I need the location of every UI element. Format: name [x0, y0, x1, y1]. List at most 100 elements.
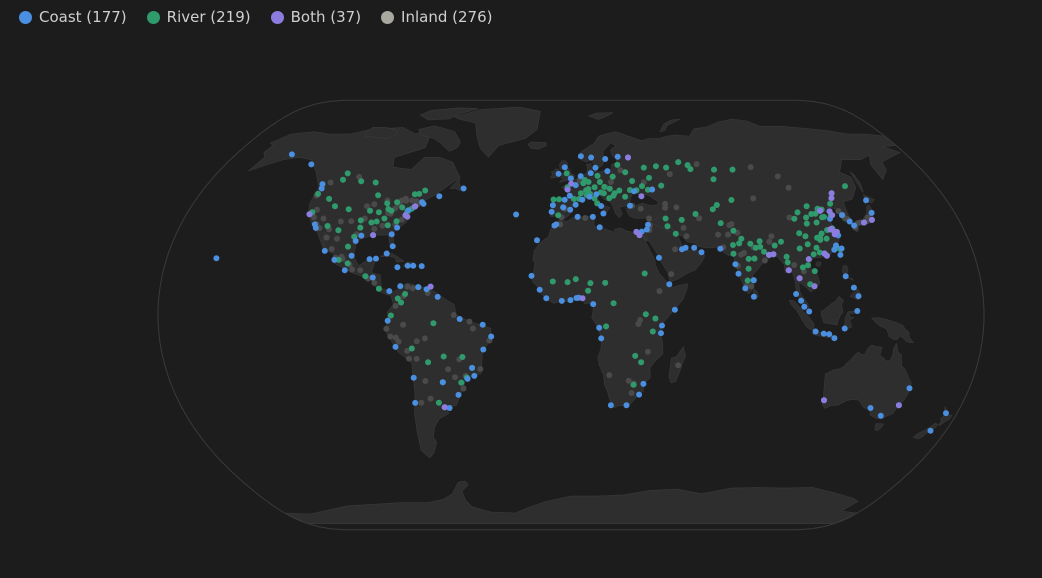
city-dot-coast[interactable] [480, 346, 487, 353]
city-dot-river[interactable] [662, 215, 669, 222]
city-dot-coast[interactable] [851, 222, 858, 229]
city-dot-inland[interactable] [672, 246, 679, 253]
city-dot-coast[interactable] [812, 328, 819, 335]
city-dot-coast[interactable] [572, 201, 579, 208]
city-dot-coast[interactable] [488, 333, 495, 340]
city-dot-river[interactable] [602, 279, 609, 286]
city-dot-coast[interactable] [906, 385, 913, 392]
city-dot-inland[interactable] [409, 285, 416, 292]
city-dot-river[interactable] [710, 176, 717, 183]
city-dot-coast[interactable] [331, 256, 338, 263]
city-dot-river[interactable] [603, 323, 610, 330]
city-dot-coast[interactable] [394, 264, 401, 271]
city-dot-inland[interactable] [371, 201, 378, 208]
city-dot-coast[interactable] [420, 200, 427, 207]
city-dot-river[interactable] [672, 230, 679, 237]
city-dot-coast[interactable] [386, 288, 393, 295]
city-dot-river[interactable] [344, 260, 351, 267]
city-dot-inland[interactable] [656, 288, 663, 295]
city-dot-both[interactable] [404, 213, 411, 220]
city-dot-coast[interactable] [943, 410, 949, 417]
city-dot-coast[interactable] [312, 224, 319, 231]
city-dot-river[interactable] [416, 190, 423, 197]
city-dot-both[interactable] [805, 256, 812, 263]
city-dot-coast[interactable] [561, 164, 568, 171]
city-dot-river[interactable] [555, 212, 562, 219]
city-dot-river[interactable] [600, 190, 607, 197]
city-dot-inland[interactable] [357, 267, 364, 274]
city-dot-river[interactable] [609, 173, 616, 180]
city-dot-inland[interactable] [761, 257, 768, 264]
city-dot-river[interactable] [610, 300, 617, 307]
city-dot-river[interactable] [711, 166, 717, 173]
city-dot-coast[interactable] [623, 402, 630, 409]
city-dot-river[interactable] [821, 213, 828, 220]
city-dot-coast[interactable] [855, 293, 862, 300]
city-dot-coast[interactable] [341, 267, 348, 274]
city-dot-coast[interactable] [577, 153, 584, 160]
city-dot-river[interactable] [784, 259, 791, 266]
city-dot-both[interactable] [821, 397, 827, 404]
city-dot-coast[interactable] [863, 197, 870, 204]
city-dot-river[interactable] [736, 240, 743, 247]
city-dot-inland[interactable] [791, 262, 798, 268]
city-dot-coast[interactable] [553, 221, 560, 228]
city-dot-coast[interactable] [321, 247, 328, 254]
city-dot-both[interactable] [861, 219, 867, 226]
city-dot-river[interactable] [577, 190, 584, 197]
city-dot-coast[interactable] [404, 262, 411, 269]
city-dot-coast[interactable] [479, 321, 486, 328]
city-dot-river[interactable] [425, 359, 432, 366]
city-dot-inland[interactable] [774, 173, 781, 180]
city-dot-river[interactable] [664, 223, 671, 230]
city-dot-coast[interactable] [394, 224, 401, 231]
city-dot-both[interactable] [817, 207, 824, 214]
city-dot-both[interactable] [895, 402, 902, 409]
city-dot-coast[interactable] [534, 237, 540, 244]
city-dot-coast[interactable] [806, 308, 813, 315]
city-dot-coast[interactable] [548, 208, 555, 215]
city-dot-inland[interactable] [725, 231, 731, 238]
city-dot-coast[interactable] [842, 273, 849, 280]
city-dot-both[interactable] [868, 216, 875, 223]
city-dot-river[interactable] [709, 206, 716, 213]
city-dot-river[interactable] [803, 214, 810, 221]
city-dot-coast[interactable] [596, 324, 603, 331]
city-dot-coast[interactable] [598, 203, 605, 209]
city-dot-river[interactable] [422, 187, 429, 194]
city-dot-inland[interactable] [413, 338, 420, 345]
city-dot-coast[interactable] [636, 391, 643, 398]
city-dot-river[interactable] [684, 162, 691, 169]
city-dot-river[interactable] [381, 215, 388, 222]
city-dot-inland[interactable] [323, 234, 330, 241]
city-dot-both[interactable] [306, 211, 313, 218]
city-dot-river[interactable] [375, 192, 382, 199]
city-dot-both[interactable] [633, 228, 640, 235]
city-dot-river[interactable] [756, 238, 763, 245]
city-dot-coast[interactable] [460, 185, 467, 192]
city-dot-river[interactable] [823, 235, 830, 242]
world-map[interactable] [0, 0, 1042, 578]
city-dot-river[interactable] [372, 179, 379, 186]
city-dot-both[interactable] [811, 283, 818, 290]
city-dot-river[interactable] [585, 179, 592, 185]
city-dot-inland[interactable] [418, 399, 425, 406]
city-dot-coast[interactable] [543, 295, 550, 302]
city-dot-inland[interactable] [750, 195, 757, 202]
city-dot-coast[interactable] [614, 153, 621, 160]
city-dot-inland[interactable] [608, 179, 614, 185]
city-dot-inland[interactable] [421, 335, 428, 342]
city-dot-river[interactable] [803, 203, 810, 210]
city-dot-river[interactable] [827, 200, 834, 207]
city-dot-coast[interactable] [600, 210, 607, 217]
city-dot-river[interactable] [794, 209, 801, 216]
city-dot-river[interactable] [375, 285, 382, 292]
city-dot-coast[interactable] [358, 232, 365, 239]
city-dot-inland[interactable] [450, 312, 457, 318]
city-dot-inland[interactable] [413, 355, 420, 362]
city-dot-river[interactable] [385, 206, 392, 212]
city-dot-river[interactable] [345, 206, 352, 213]
city-dot-coast[interactable] [592, 164, 599, 171]
city-dot-river[interactable] [805, 262, 811, 269]
city-dot-river[interactable] [324, 223, 331, 229]
